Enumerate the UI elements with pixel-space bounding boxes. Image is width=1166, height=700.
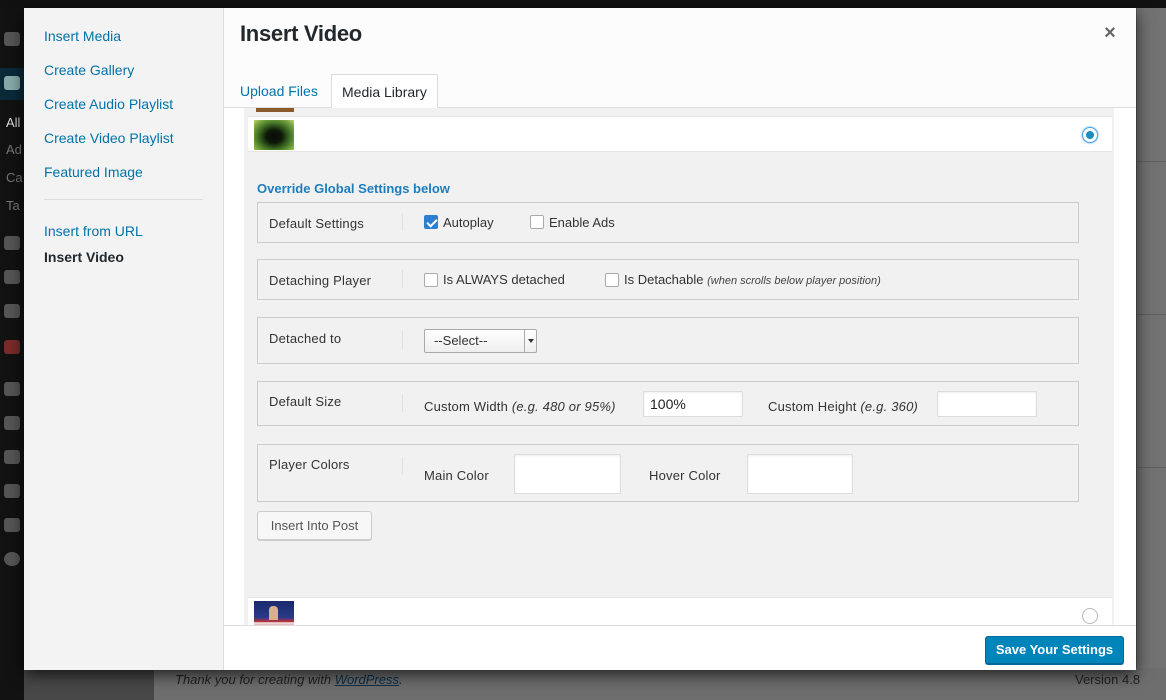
main-color-label: Main Color: [424, 468, 489, 483]
admin-backdrop-strip: [1136, 8, 1166, 668]
hover-color-label: Hover Color: [649, 468, 721, 483]
sidebar-fragment: Ta: [6, 198, 20, 213]
save-settings-button[interactable]: Save Your Settings: [985, 636, 1124, 664]
custom-height-label: Custom Height (e.g. 360): [768, 399, 919, 414]
detachable-checkbox[interactable]: [605, 273, 619, 287]
menu-item-create-gallery[interactable]: Create Gallery: [44, 62, 134, 78]
frame-tabs: Upload Files Media Library: [224, 64, 1136, 109]
override-heading: Override Global Settings below: [257, 181, 450, 196]
wordpress-link[interactable]: WordPress: [335, 672, 399, 687]
video-select-radio[interactable]: [1082, 127, 1098, 143]
admin-bar: [0, 0, 1166, 8]
player-colors-label: Player Colors: [269, 457, 350, 472]
detaching-player-box: Detaching Player Is ALWAYS detached Is D…: [257, 259, 1079, 300]
menu-item-insert-video[interactable]: Insert Video: [44, 249, 124, 265]
detaching-player-label: Detaching Player: [269, 273, 372, 288]
insert-video-modal: Insert Media Create Gallery Create Audio…: [24, 8, 1136, 670]
menu-item-create-video-playlist[interactable]: Create Video Playlist: [44, 130, 174, 146]
default-size-label: Default Size: [269, 394, 342, 409]
media-icon: [4, 236, 20, 250]
video-thumbnail: [254, 120, 294, 150]
custom-width-label: Custom Width (e.g. 480 or 95%): [424, 399, 616, 414]
video-thumbnail: [254, 601, 294, 625]
default-size-box: Default Size Custom Width (e.g. 480 or 9…: [257, 381, 1079, 426]
custom-width-input[interactable]: [643, 391, 743, 417]
custom-height-input[interactable]: [937, 391, 1037, 417]
close-icon[interactable]: ×: [1100, 23, 1120, 43]
menu-item-featured-image[interactable]: Featured Image: [44, 164, 143, 180]
media-menu: Insert Media Create Gallery Create Audio…: [24, 8, 224, 670]
insert-into-post-button[interactable]: Insert Into Post: [257, 511, 372, 540]
default-settings-label: Default Settings: [269, 216, 364, 231]
dashboard-icon: [4, 32, 20, 46]
enable-ads-label: Enable Ads: [549, 215, 615, 230]
pin-icon: [4, 76, 20, 90]
page-title: Insert Video: [240, 21, 362, 46]
main-color-input[interactable]: [514, 454, 621, 494]
detached-to-label: Detached to: [269, 331, 342, 346]
appearance-icon: [4, 382, 20, 396]
list-item[interactable]: [248, 597, 1112, 625]
plugins-icon: [4, 416, 20, 430]
pages-icon: [4, 270, 20, 284]
always-detached-label: Is ALWAYS detached: [443, 272, 565, 287]
media-library-content: Override Global Settings below Default S…: [224, 108, 1136, 625]
hover-color-input[interactable]: [747, 454, 853, 494]
frame-title-bar: Insert Video: [224, 8, 1136, 64]
autoplay-label: Autoplay: [443, 215, 494, 230]
menu-item-insert-media[interactable]: Insert Media: [44, 28, 121, 44]
users-icon: [4, 450, 20, 464]
video-list[interactable]: Override Global Settings below Default S…: [244, 108, 1114, 625]
autoplay-checkbox[interactable]: [424, 215, 438, 229]
sidebar-fragment: Ca: [6, 170, 23, 185]
menu-item-create-audio-playlist[interactable]: Create Audio Playlist: [44, 96, 173, 112]
video-thumbnail: [256, 108, 294, 112]
tab-upload-files[interactable]: Upload Files: [230, 74, 328, 109]
detachable-label: Is Detachable (when scrolls below player…: [624, 272, 881, 287]
enable-ads-checkbox[interactable]: [530, 215, 544, 229]
chevron-down-icon: [524, 330, 536, 352]
video-select-radio[interactable]: [1082, 608, 1098, 624]
menu-separator: [44, 199, 203, 200]
detachable-note: (when scrolls below player position): [707, 275, 881, 287]
list-item[interactable]: [248, 116, 1112, 152]
tools-icon: [4, 484, 20, 498]
comments-icon: [4, 304, 20, 318]
admin-version: Version 4.8: [1075, 672, 1141, 687]
admin-sidebar-backdrop: All Ad Ca Ta: [0, 0, 24, 700]
default-settings-box: Default Settings Autoplay Enable Ads: [257, 202, 1079, 243]
frame-toolbar: Save Your Settings: [224, 625, 1136, 670]
video-plugin-icon: [4, 340, 20, 354]
sidebar-fragment: All: [6, 115, 21, 130]
detached-to-select[interactable]: --Select--: [424, 329, 537, 353]
settings-icon: [4, 518, 20, 532]
detached-to-box: Detached to --Select--: [257, 317, 1079, 364]
collapse-icon: [4, 552, 20, 566]
always-detached-checkbox[interactable]: [424, 273, 438, 287]
admin-footer-text: Thank you for creating with WordPress.: [175, 672, 403, 687]
sidebar-fragment: Ad: [6, 142, 22, 157]
player-colors-box: Player Colors Main Color Hover Color: [257, 444, 1079, 502]
tab-media-library[interactable]: Media Library: [331, 74, 438, 109]
menu-item-insert-from-url[interactable]: Insert from URL: [44, 223, 143, 239]
